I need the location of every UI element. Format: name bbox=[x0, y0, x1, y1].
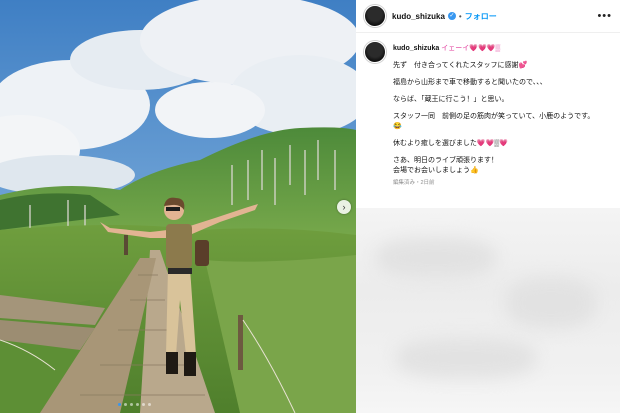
carousel-dot bbox=[148, 403, 151, 406]
carousel-dot bbox=[130, 403, 133, 406]
post-photo: › bbox=[0, 0, 356, 413]
more-options-icon[interactable]: ••• bbox=[597, 10, 612, 22]
caption-line: 福島から山形まで車で移動すると聞いたので、、、 bbox=[393, 79, 547, 86]
caption-line: 休むより癒しを選びました💗💗▒💗 bbox=[393, 140, 508, 147]
caption-first-text: イェーイ💗💗💗▒ bbox=[441, 45, 501, 52]
carousel-indicator bbox=[118, 403, 151, 406]
caption-line: 会場でお会いしましょう👍 bbox=[393, 167, 479, 174]
caption: kudo_shizuka イェーイ💗💗💗▒ 先ず 付き合ってくれたスタッフに感謝… bbox=[356, 33, 620, 186]
chevron-right-icon: › bbox=[342, 202, 346, 212]
caption-line: 先ず 付き合ってくれたスタッフに感謝💕 bbox=[393, 62, 528, 69]
carousel-dot bbox=[142, 403, 145, 406]
avatar[interactable] bbox=[364, 5, 386, 27]
caption-first-line: kudo_shizuka イェーイ💗💗💗▒ bbox=[393, 44, 612, 54]
caption-line: さあ、明日のライブ頑張ります！ bbox=[393, 157, 498, 164]
verified-badge-icon: ✓ bbox=[447, 12, 456, 20]
caption-avatar[interactable] bbox=[364, 41, 386, 63]
username-link[interactable]: kudo_shizuka bbox=[392, 12, 445, 21]
carousel-dot bbox=[118, 403, 121, 406]
carousel-dot bbox=[136, 403, 139, 406]
post-meta: 編集済み・2日前 bbox=[393, 180, 435, 186]
post-header: kudo_shizuka ✓ • フォロー ••• bbox=[356, 0, 620, 33]
caption-line: スタッフ一同 前側の足の筋肉が笑っていて、小鹿のようです。 bbox=[393, 113, 595, 120]
separator: • bbox=[458, 11, 462, 21]
caption-line: 😂 bbox=[393, 123, 402, 130]
mountain-photo bbox=[0, 0, 356, 413]
caption-line: ならば、「蔵王に行こう！」と思い。 bbox=[393, 96, 509, 103]
next-slide-button[interactable]: › bbox=[337, 200, 351, 214]
blurred-comments-area bbox=[356, 208, 620, 413]
post-side-panel: kudo_shizuka ✓ • フォロー ••• kudo_shizuka イ… bbox=[356, 0, 620, 413]
caption-body: kudo_shizuka イェーイ💗💗💗▒ 先ず 付き合ってくれたスタッフに感謝… bbox=[393, 41, 612, 186]
caption-username[interactable]: kudo_shizuka bbox=[393, 45, 439, 52]
carousel-dot bbox=[124, 403, 127, 406]
follow-button[interactable]: フォロー bbox=[465, 11, 497, 22]
